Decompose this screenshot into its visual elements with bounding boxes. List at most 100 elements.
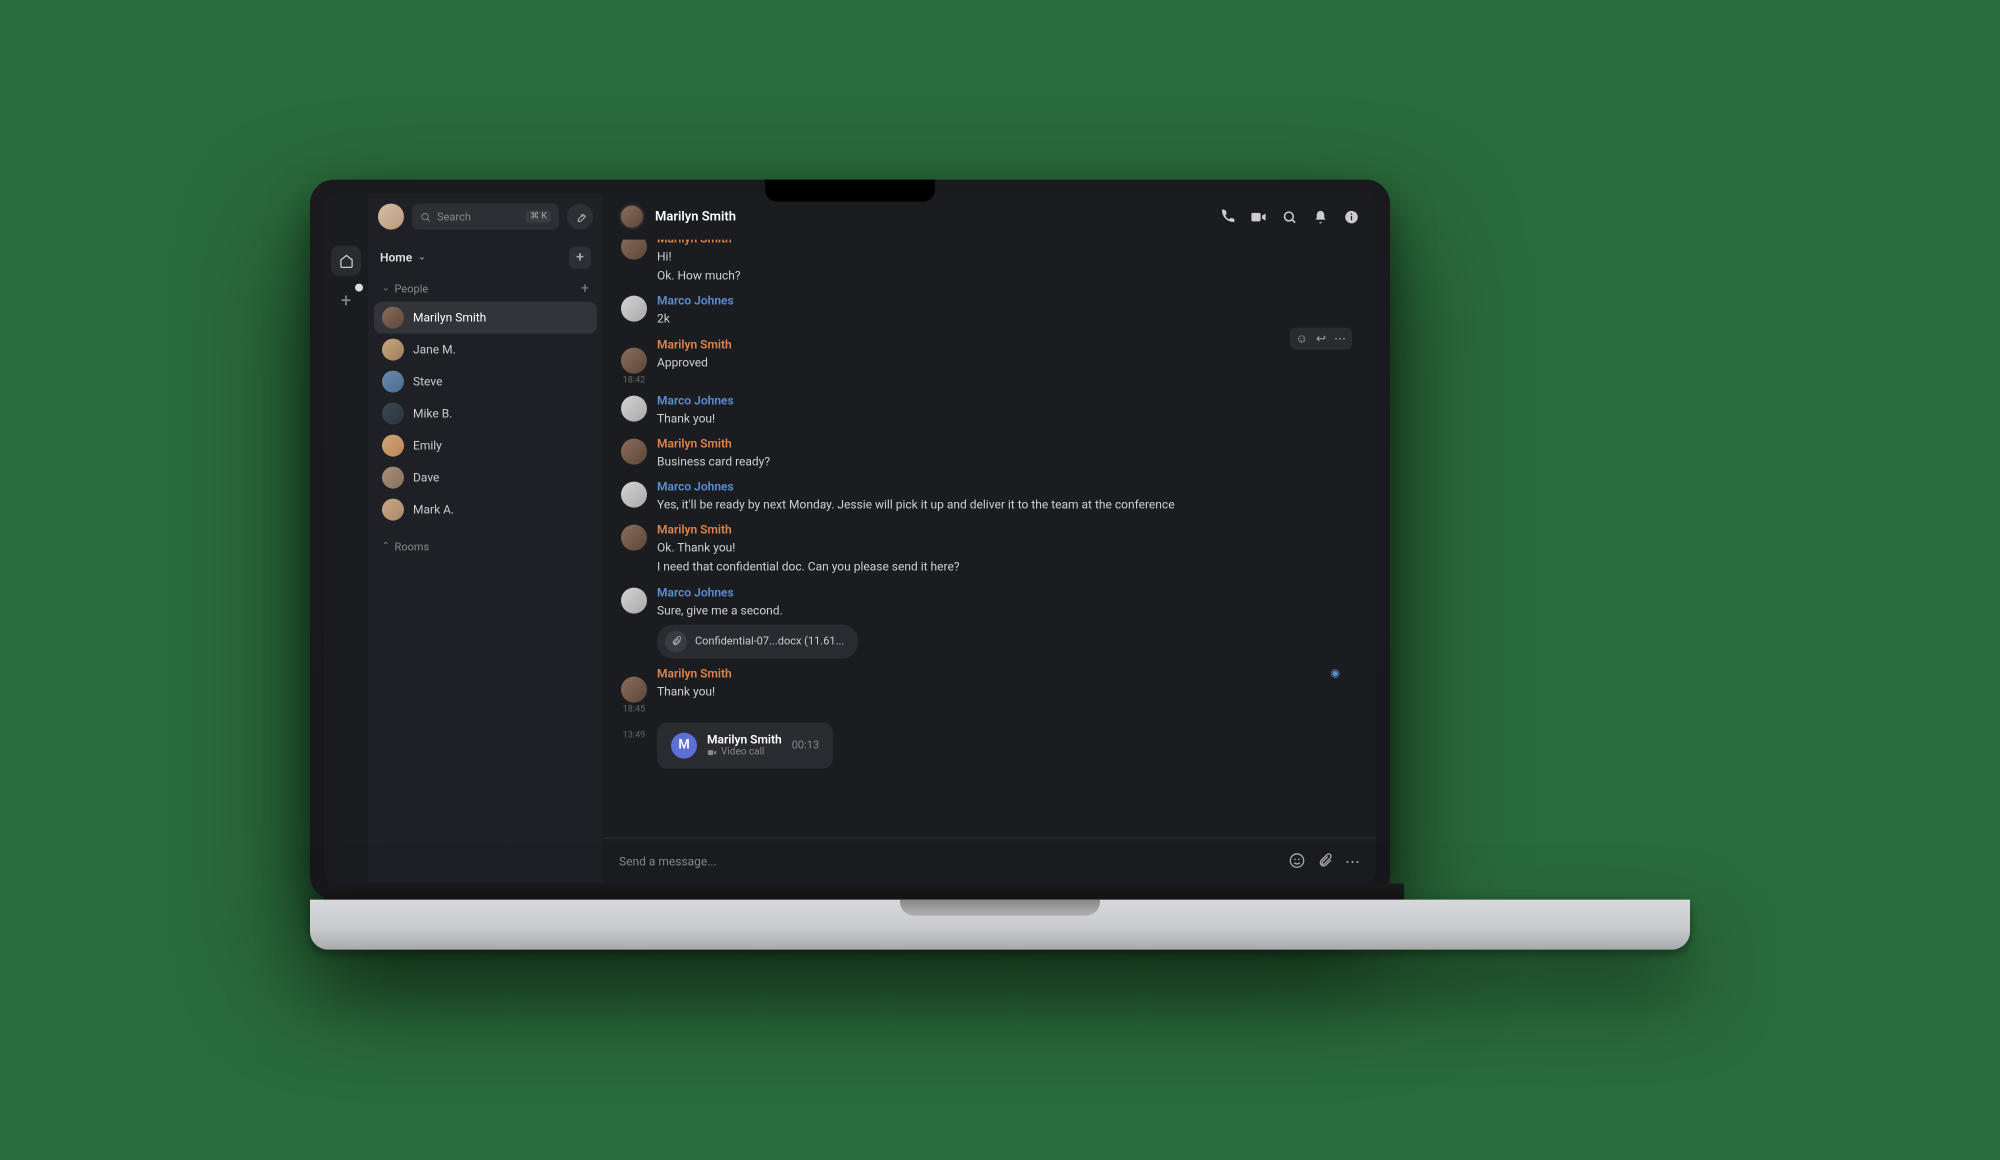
call-card[interactable]: M Marilyn Smith Video call 00:13 [657, 722, 833, 768]
message-sender: Marilyn Smith [657, 523, 1358, 537]
sidebar-person[interactable]: Jane M. [374, 334, 597, 366]
user-avatar[interactable] [378, 204, 404, 230]
message-input[interactable]: Send a message... [619, 854, 1277, 868]
person-name: Steve [413, 375, 442, 389]
emoji-button[interactable] [1289, 852, 1305, 870]
chevron-down-icon: ⌄ [382, 284, 390, 294]
react-button[interactable]: ☺ [1296, 331, 1308, 345]
message-list[interactable]: Marilyn SmithHi!Ok. How much? Marco Johne… [603, 240, 1376, 838]
message-group: 18:45Marilyn SmithThank you!◉ [621, 660, 1358, 716]
read-receipt-icon: ◉ [1330, 666, 1340, 679]
person-name: Mark A. [413, 503, 454, 517]
message-text: Thank you! [657, 682, 1358, 701]
search-input[interactable]: Search ⌘ K [412, 204, 559, 230]
sidebar-person[interactable]: Emily [374, 430, 597, 462]
message-timestamp: 18:42 [621, 337, 647, 385]
messaging-app: + Search ⌘ K [324, 194, 1376, 884]
voice-call-button[interactable] [1219, 208, 1236, 225]
chat-panel: Marilyn Smith Marilyn SmithHi!Ok. How mu… [603, 194, 1376, 884]
paperclip-icon [1317, 852, 1333, 868]
file-attachment[interactable]: Confidential-07...docx (11.61... [657, 624, 858, 658]
add-person-button[interactable]: + [581, 281, 589, 297]
chat-header: Marilyn Smith [603, 194, 1376, 240]
attach-button[interactable] [1317, 852, 1333, 870]
add-button[interactable]: + [569, 247, 591, 269]
search-shortcut: ⌘ K [526, 211, 551, 223]
message-group: Marco Johnes Thank you! [621, 387, 1358, 430]
sidebar-person[interactable]: Steve [374, 366, 597, 398]
person-avatar [382, 435, 404, 457]
person-name: Jane M. [413, 343, 456, 357]
person-name: Mike B. [413, 407, 452, 421]
message-text: 2k [657, 310, 1358, 329]
search-chat-button[interactable] [1281, 208, 1298, 225]
message-group: Marilyn SmithHi!Ok. How much? [621, 240, 1358, 288]
call-type: Video call [707, 747, 782, 758]
more-button[interactable]: ⋯ [1345, 852, 1360, 870]
rooms-section-label: Rooms [395, 540, 430, 553]
search-icon [1282, 209, 1297, 224]
info-icon [1344, 209, 1359, 224]
message-avatar [621, 438, 647, 464]
more-actions-button[interactable]: ⋯ [1334, 331, 1346, 345]
message-group: 18:42Marilyn SmithApproved☺↩⋯ [621, 331, 1358, 387]
reply-button[interactable]: ↩ [1316, 331, 1326, 345]
chevron-up-icon: ⌃ [382, 542, 390, 552]
call-name: Marilyn Smith [707, 733, 782, 747]
sidebar-person[interactable]: Mike B. [374, 398, 597, 430]
rooms-section-toggle[interactable]: ⌃ Rooms [382, 540, 429, 553]
notification-dot-icon [355, 284, 363, 292]
message-sender: Marco Johnes [657, 393, 1358, 407]
chat-title: Marilyn Smith [655, 209, 1209, 224]
message-sender: Marco Johnes [657, 480, 1358, 494]
message-avatar [621, 482, 647, 508]
message-actions: ☺ ↩ ⋯ [1290, 327, 1352, 349]
phone-icon [1220, 209, 1236, 225]
paperclip-icon [665, 630, 687, 652]
sidebar: Search ⌘ K Home ⌄ + [368, 194, 603, 884]
file-name: Confidential-07...docx (11.61... [695, 635, 844, 648]
message-avatar [621, 347, 647, 373]
search-icon [420, 211, 431, 222]
people-section-toggle[interactable]: ⌄ People [382, 282, 428, 295]
message-sender: Marilyn Smith [657, 337, 1358, 351]
message-text: Thank you! [657, 409, 1358, 428]
message-sender: Marco Johnes [657, 294, 1358, 308]
message-timestamp: 18:45 [621, 666, 647, 714]
home-dropdown[interactable]: Home ⌄ [380, 251, 426, 265]
notifications-button[interactable] [1312, 208, 1329, 225]
person-avatar [382, 371, 404, 393]
video-icon [707, 747, 717, 757]
people-list: Marilyn Smith Jane M. Steve Mike B. Emily Dav… [368, 302, 603, 526]
message-text: I need that confidential doc. Can you pl… [657, 558, 1358, 577]
person-avatar [382, 403, 404, 425]
search-placeholder: Search [437, 210, 471, 223]
add-space-button[interactable]: + [331, 286, 361, 316]
person-avatar [382, 499, 404, 521]
call-timestamp: 13:49 [621, 716, 647, 740]
sidebar-person[interactable]: Dave [374, 462, 597, 494]
call-avatar: M [671, 732, 697, 758]
message-group: Marco JohnesYes, it'll be ready by next … [621, 474, 1358, 517]
person-name: Dave [413, 471, 439, 485]
bell-icon [1313, 209, 1328, 224]
message-avatar [621, 296, 647, 322]
message-text: Ok. Thank you! [657, 539, 1358, 558]
video-call-button[interactable] [1250, 208, 1267, 225]
compose-button[interactable] [567, 204, 593, 230]
call-duration: 00:13 [792, 739, 819, 752]
video-icon [1250, 208, 1267, 225]
composer: Send a message... ⋯ [603, 838, 1376, 884]
chat-avatar[interactable] [619, 204, 645, 230]
sidebar-person[interactable]: Mark A. [374, 494, 597, 526]
message-group: Marilyn Smith Ok. Thank you!I need that c… [621, 517, 1358, 579]
person-name: Emily [413, 439, 442, 453]
call-event: 13:49 M Marilyn Smith Video call 00:13 [621, 716, 1358, 774]
person-avatar [382, 467, 404, 489]
info-button[interactable] [1343, 208, 1360, 225]
home-rail-button[interactable] [331, 246, 361, 276]
sidebar-person[interactable]: Marilyn Smith [374, 302, 597, 334]
compose-icon [574, 210, 587, 223]
laptop-base [310, 900, 1690, 950]
message-sender: Marilyn Smith [657, 436, 1358, 450]
